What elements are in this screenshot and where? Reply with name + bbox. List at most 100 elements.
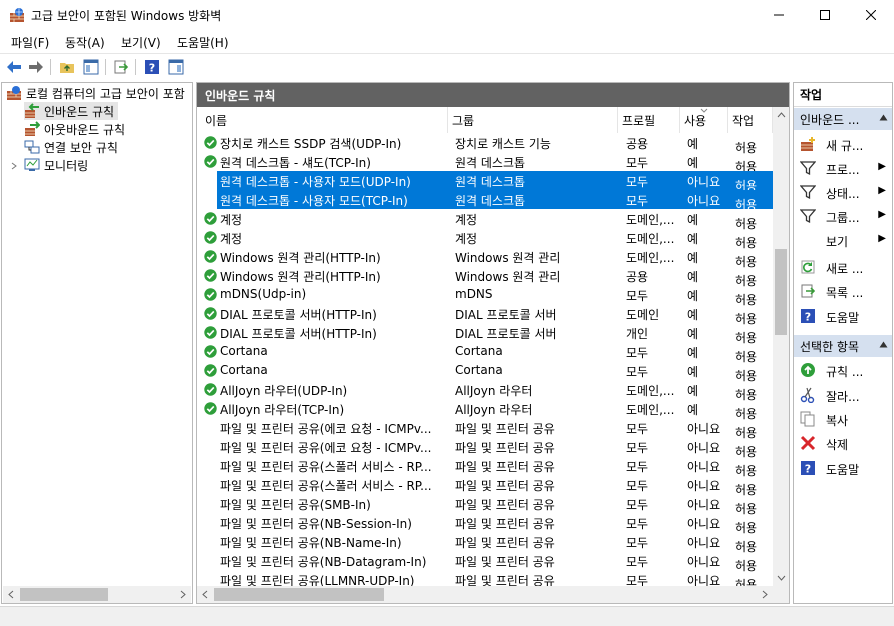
action-filter-profile[interactable]: 프로... ▶	[794, 156, 892, 180]
rule-enabled: 아니요	[687, 175, 721, 189]
show-hide-action-pane-button[interactable]	[167, 58, 185, 76]
tree-item-inbound-rules[interactable]: 인바운드 규칙	[24, 102, 119, 120]
scroll-up-icon[interactable]	[777, 112, 786, 118]
close-button[interactable]	[848, 0, 894, 30]
filter-icon	[800, 185, 816, 200]
action-cut[interactable]: 잘라...	[794, 383, 892, 407]
scrollbar-thumb[interactable]	[20, 588, 108, 601]
action-export-list[interactable]: 목록 ...	[794, 279, 892, 303]
help-toolbar-button[interactable]: ?	[143, 58, 161, 76]
rule-row[interactable]: 파일 및 프린터 공유(에코 요청 - ICMPv... 파일 및 프린터 공유 모…	[197, 437, 773, 459]
scroll-right-icon[interactable]	[179, 590, 187, 599]
rule-row[interactable]: DIAL 프로토콜 서버(HTTP-In) DIAL 프로토콜 서버 도메인 예 허용	[197, 304, 773, 326]
filter-icon	[800, 209, 816, 224]
rule-row[interactable]: Cortana Cortana 모두 예 허용	[197, 342, 773, 364]
enabled-check-icon	[204, 364, 217, 377]
rule-enabled: 예	[687, 213, 699, 227]
section-inbound-rules[interactable]: 인바운드 ...	[794, 108, 892, 130]
status-bar	[0, 606, 894, 626]
tree-horizontal-scrollbar[interactable]	[3, 586, 191, 603]
rule-row[interactable]: Cortana Cortana 모두 예 허용	[197, 361, 773, 383]
action-filter-state[interactable]: 상태... ▶	[794, 180, 892, 204]
rule-enabled: 아니요	[687, 479, 721, 493]
rule-row[interactable]: 원격 데스크톱 - 섀도(TCP-In) 원격 데스크톱 모두 예 허용	[197, 152, 773, 174]
column-name[interactable]: 이름	[197, 107, 448, 133]
action-label: 규칙 ...	[826, 365, 864, 379]
action-refresh[interactable]: 새로 ...	[794, 255, 892, 279]
rule-row[interactable]: 파일 및 프린터 공유(NB-Datagram-In) 파일 및 프린터 공유 모두…	[197, 551, 773, 573]
action-filter-group[interactable]: 그룹... ▶	[794, 204, 892, 228]
action-delete[interactable]: 삭제	[794, 431, 892, 455]
rule-row[interactable]: mDNS(Udp-in) mDNS 모두 예 허용	[197, 285, 773, 307]
column-enabled[interactable]: 사용	[680, 107, 728, 133]
rule-name: 파일 및 프린터 공유(NB-Session-In)	[220, 517, 412, 531]
rule-group: Cortana	[455, 363, 503, 377]
scroll-right-icon[interactable]	[761, 590, 769, 599]
rule-row[interactable]: Windows 원격 관리(HTTP-In) Windows 원격 관리 도메인,.…	[197, 247, 773, 269]
column-group[interactable]: 그룹	[448, 107, 618, 133]
maximize-button[interactable]	[802, 0, 848, 30]
rule-row[interactable]: AllJoyn 라우터(UDP-In) AllJoyn 라우터 도메인,... 예 허용	[197, 380, 773, 402]
column-profile[interactable]: 프로필	[618, 107, 680, 133]
tree-item-connection-security[interactable]: 연결 보안 규칙	[24, 138, 118, 156]
rule-row[interactable]: 파일 및 프린터 공유(스풀러 서비스 - RP... 파일 및 프린터 공유 모두…	[197, 456, 773, 478]
rule-name: 계정	[220, 213, 243, 227]
up-folder-button[interactable]	[58, 58, 76, 76]
rule-group: 파일 및 프린터 공유	[455, 555, 555, 569]
rules-vertical-scrollbar[interactable]	[773, 107, 789, 586]
scroll-left-icon[interactable]	[201, 590, 209, 599]
rule-row[interactable]: 파일 및 프린터 공유(스풀러 서비스 - RP... 파일 및 프린터 공유 모두…	[197, 475, 773, 497]
rule-row[interactable]: 원격 데스크톱 - 사용자 모드(UDP-In) 원격 데스크톱 모두 아니요 허용	[197, 171, 773, 193]
rule-profile: 모두	[626, 422, 649, 436]
action-copy[interactable]: 복사	[794, 407, 892, 431]
section-selected-items[interactable]: 선택한 항목	[794, 335, 892, 357]
action-enable-rule[interactable]: 규칙 ...	[794, 358, 892, 382]
action-help-selected[interactable]: ? 도움말	[794, 456, 892, 480]
rule-row[interactable]: Windows 원격 관리(HTTP-In) Windows 원격 관리 공용 예 허용	[197, 266, 773, 288]
action-new-rule[interactable]: 새 규...	[794, 132, 892, 156]
tree-item-monitoring[interactable]: 모니터링	[24, 156, 88, 174]
rule-row[interactable]: 계정 계정 도메인,... 예 허용	[197, 228, 773, 250]
rule-row[interactable]: AllJoyn 라우터(TCP-In) AllJoyn 라우터 도메인,... 예 허용	[197, 399, 773, 421]
rule-row[interactable]: 계정 계정 도메인,... 예 허용	[197, 209, 773, 231]
menu-help[interactable]: 도움말(H)	[177, 34, 229, 51]
rule-group: Cortana	[455, 344, 503, 358]
rules-horizontal-scrollbar[interactable]	[197, 586, 773, 603]
export-icon	[114, 60, 129, 74]
menu-file[interactable]: 파일(F)	[11, 34, 49, 51]
rule-row[interactable]: 파일 및 프린터 공유(NB-Name-In) 파일 및 프린터 공유 모두 아니요 허…	[197, 532, 773, 554]
enabled-check-icon	[204, 231, 217, 244]
show-hide-tree-button[interactable]	[82, 58, 100, 76]
action-help[interactable]: ? 도움말	[794, 304, 892, 328]
help-icon: ?	[145, 60, 159, 75]
rule-profile: 모두	[626, 555, 649, 569]
action-view[interactable]: 보기 ▶	[794, 228, 892, 252]
forward-button[interactable]	[27, 58, 45, 76]
rule-enabled: 아니요	[687, 441, 721, 455]
section-label: 인바운드 ...	[800, 112, 860, 127]
export-list-button[interactable]	[112, 58, 130, 76]
expand-chevron-icon[interactable]	[10, 162, 18, 170]
scroll-left-icon[interactable]	[7, 590, 15, 599]
rule-row[interactable]: 장치로 캐스트 SSDP 검색(UDP-In) 장치로 캐스트 기능 공용 예 허용	[197, 133, 773, 155]
scrollbar-thumb[interactable]	[214, 588, 384, 601]
back-button[interactable]	[5, 58, 23, 76]
minimize-button[interactable]	[756, 0, 802, 30]
rule-row[interactable]: 파일 및 프린터 공유(NB-Session-In) 파일 및 프린터 공유 모두 아…	[197, 513, 773, 535]
rule-row[interactable]: 파일 및 프린터 공유(에코 요청 - ICMPv... 파일 및 프린터 공유 모…	[197, 418, 773, 440]
rule-row[interactable]: DIAL 프로토콜 서버(HTTP-In) DIAL 프로토콜 서버 개인 예 허용	[197, 323, 773, 345]
menu-view[interactable]: 보기(V)	[121, 34, 161, 51]
action-label: 도움말	[826, 463, 860, 477]
enabled-check-icon	[204, 383, 217, 396]
menu-action[interactable]: 동작(A)	[65, 34, 105, 51]
tree-root[interactable]: 로컬 컴퓨터의 고급 보안이 포함	[6, 84, 185, 102]
rule-row[interactable]: 원격 데스크톱 - 사용자 모드(TCP-In) 원격 데스크톱 모두 아니요 허용	[197, 190, 773, 212]
firewall-icon	[7, 86, 21, 100]
column-action[interactable]: 작업	[728, 107, 773, 133]
enabled-check-icon	[204, 402, 217, 415]
rule-row[interactable]: 파일 및 프린터 공유(SMB-In) 파일 및 프린터 공유 모두 아니요 허용	[197, 494, 773, 516]
scrollbar-thumb[interactable]	[775, 249, 787, 335]
help-icon: ?	[801, 309, 815, 324]
scroll-down-icon[interactable]	[777, 575, 786, 581]
tree-item-outbound-rules[interactable]: 아웃바운드 규칙	[24, 120, 125, 138]
